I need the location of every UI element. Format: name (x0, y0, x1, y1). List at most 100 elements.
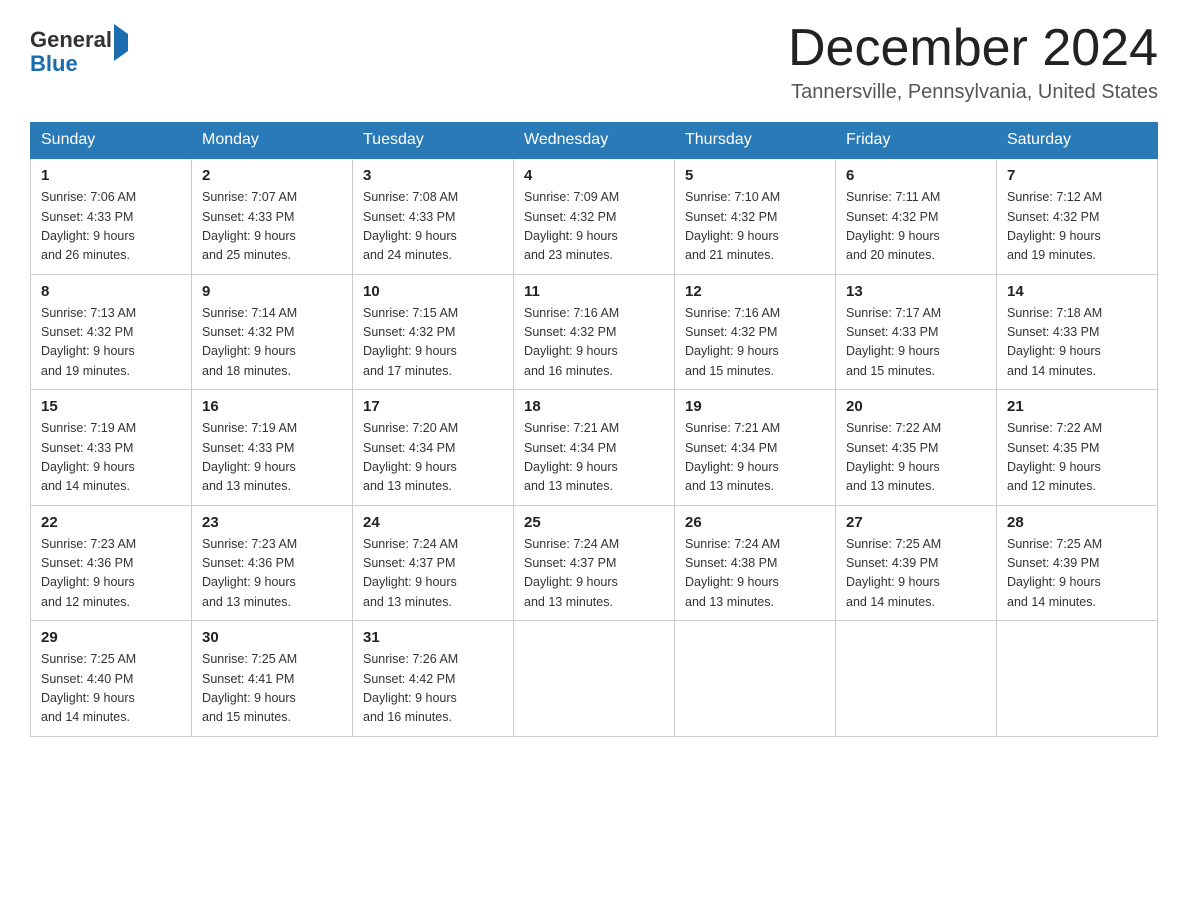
day-cell: 7 Sunrise: 7:12 AMSunset: 4:32 PMDayligh… (997, 158, 1158, 274)
day-cell (836, 621, 997, 737)
day-cell: 8 Sunrise: 7:13 AMSunset: 4:32 PMDayligh… (31, 274, 192, 390)
day-cell: 27 Sunrise: 7:25 AMSunset: 4:39 PMDaylig… (836, 505, 997, 621)
day-info: Sunrise: 7:25 AMSunset: 4:39 PMDaylight:… (846, 537, 941, 609)
day-cell: 17 Sunrise: 7:20 AMSunset: 4:34 PMDaylig… (353, 390, 514, 506)
day-number: 12 (685, 283, 825, 300)
day-info: Sunrise: 7:25 AMSunset: 4:41 PMDaylight:… (202, 652, 297, 724)
day-number: 23 (202, 514, 342, 531)
day-info: Sunrise: 7:09 AMSunset: 4:32 PMDaylight:… (524, 190, 619, 262)
day-info: Sunrise: 7:25 AMSunset: 4:39 PMDaylight:… (1007, 537, 1102, 609)
day-cell: 30 Sunrise: 7:25 AMSunset: 4:41 PMDaylig… (192, 621, 353, 737)
logo: General Blue (30, 28, 128, 76)
location-title: Tannersville, Pennsylvania, United State… (788, 81, 1158, 104)
day-cell (997, 621, 1158, 737)
day-number: 17 (363, 398, 503, 415)
week-row-1: 1 Sunrise: 7:06 AMSunset: 4:33 PMDayligh… (31, 158, 1158, 274)
day-cell: 6 Sunrise: 7:11 AMSunset: 4:32 PMDayligh… (836, 158, 997, 274)
day-info: Sunrise: 7:26 AMSunset: 4:42 PMDaylight:… (363, 652, 458, 724)
day-cell: 19 Sunrise: 7:21 AMSunset: 4:34 PMDaylig… (675, 390, 836, 506)
week-row-2: 8 Sunrise: 7:13 AMSunset: 4:32 PMDayligh… (31, 274, 1158, 390)
day-number: 31 (363, 629, 503, 646)
header-cell-friday: Friday (836, 123, 997, 159)
day-cell: 13 Sunrise: 7:17 AMSunset: 4:33 PMDaylig… (836, 274, 997, 390)
day-info: Sunrise: 7:24 AMSunset: 4:37 PMDaylight:… (524, 537, 619, 609)
day-info: Sunrise: 7:15 AMSunset: 4:32 PMDaylight:… (363, 306, 458, 378)
header-cell-sunday: Sunday (31, 123, 192, 159)
title-area: December 2024 Tannersville, Pennsylvania… (788, 20, 1158, 104)
day-number: 28 (1007, 514, 1147, 531)
day-cell: 14 Sunrise: 7:18 AMSunset: 4:33 PMDaylig… (997, 274, 1158, 390)
day-cell: 5 Sunrise: 7:10 AMSunset: 4:32 PMDayligh… (675, 158, 836, 274)
day-info: Sunrise: 7:17 AMSunset: 4:33 PMDaylight:… (846, 306, 941, 378)
day-cell: 9 Sunrise: 7:14 AMSunset: 4:32 PMDayligh… (192, 274, 353, 390)
day-number: 1 (41, 167, 181, 184)
day-cell: 16 Sunrise: 7:19 AMSunset: 4:33 PMDaylig… (192, 390, 353, 506)
day-info: Sunrise: 7:22 AMSunset: 4:35 PMDaylight:… (846, 421, 941, 493)
day-info: Sunrise: 7:07 AMSunset: 4:33 PMDaylight:… (202, 190, 297, 262)
day-info: Sunrise: 7:23 AMSunset: 4:36 PMDaylight:… (202, 537, 297, 609)
day-number: 29 (41, 629, 181, 646)
day-number: 15 (41, 398, 181, 415)
header-row: SundayMondayTuesdayWednesdayThursdayFrid… (31, 123, 1158, 159)
day-info: Sunrise: 7:23 AMSunset: 4:36 PMDaylight:… (41, 537, 136, 609)
day-number: 20 (846, 398, 986, 415)
day-number: 25 (524, 514, 664, 531)
day-number: 2 (202, 167, 342, 184)
day-cell (514, 621, 675, 737)
day-number: 7 (1007, 167, 1147, 184)
day-info: Sunrise: 7:21 AMSunset: 4:34 PMDaylight:… (685, 421, 780, 493)
day-number: 6 (846, 167, 986, 184)
day-info: Sunrise: 7:10 AMSunset: 4:32 PMDaylight:… (685, 190, 780, 262)
month-title: December 2024 (788, 20, 1158, 77)
logo-arrow-icon (114, 24, 128, 61)
day-info: Sunrise: 7:24 AMSunset: 4:38 PMDaylight:… (685, 537, 780, 609)
page-header: General Blue December 2024 Tannersville,… (30, 20, 1158, 104)
header-cell-monday: Monday (192, 123, 353, 159)
day-cell: 18 Sunrise: 7:21 AMSunset: 4:34 PMDaylig… (514, 390, 675, 506)
day-info: Sunrise: 7:22 AMSunset: 4:35 PMDaylight:… (1007, 421, 1102, 493)
day-info: Sunrise: 7:08 AMSunset: 4:33 PMDaylight:… (363, 190, 458, 262)
day-number: 19 (685, 398, 825, 415)
day-number: 8 (41, 283, 181, 300)
header-cell-saturday: Saturday (997, 123, 1158, 159)
day-number: 11 (524, 283, 664, 300)
day-info: Sunrise: 7:14 AMSunset: 4:32 PMDaylight:… (202, 306, 297, 378)
calendar-table: SundayMondayTuesdayWednesdayThursdayFrid… (30, 122, 1158, 737)
day-cell: 11 Sunrise: 7:16 AMSunset: 4:32 PMDaylig… (514, 274, 675, 390)
day-number: 5 (685, 167, 825, 184)
day-info: Sunrise: 7:19 AMSunset: 4:33 PMDaylight:… (202, 421, 297, 493)
day-info: Sunrise: 7:16 AMSunset: 4:32 PMDaylight:… (524, 306, 619, 378)
day-info: Sunrise: 7:19 AMSunset: 4:33 PMDaylight:… (41, 421, 136, 493)
day-info: Sunrise: 7:13 AMSunset: 4:32 PMDaylight:… (41, 306, 136, 378)
header-cell-tuesday: Tuesday (353, 123, 514, 159)
day-info: Sunrise: 7:24 AMSunset: 4:37 PMDaylight:… (363, 537, 458, 609)
day-number: 16 (202, 398, 342, 415)
week-row-5: 29 Sunrise: 7:25 AMSunset: 4:40 PMDaylig… (31, 621, 1158, 737)
day-info: Sunrise: 7:20 AMSunset: 4:34 PMDaylight:… (363, 421, 458, 493)
day-info: Sunrise: 7:16 AMSunset: 4:32 PMDaylight:… (685, 306, 780, 378)
day-number: 10 (363, 283, 503, 300)
day-cell: 21 Sunrise: 7:22 AMSunset: 4:35 PMDaylig… (997, 390, 1158, 506)
week-row-3: 15 Sunrise: 7:19 AMSunset: 4:33 PMDaylig… (31, 390, 1158, 506)
day-number: 3 (363, 167, 503, 184)
day-cell: 1 Sunrise: 7:06 AMSunset: 4:33 PMDayligh… (31, 158, 192, 274)
header-cell-wednesday: Wednesday (514, 123, 675, 159)
calendar-header: SundayMondayTuesdayWednesdayThursdayFrid… (31, 123, 1158, 159)
day-number: 22 (41, 514, 181, 531)
day-cell: 15 Sunrise: 7:19 AMSunset: 4:33 PMDaylig… (31, 390, 192, 506)
day-cell: 22 Sunrise: 7:23 AMSunset: 4:36 PMDaylig… (31, 505, 192, 621)
day-info: Sunrise: 7:21 AMSunset: 4:34 PMDaylight:… (524, 421, 619, 493)
header-cell-thursday: Thursday (675, 123, 836, 159)
day-cell (675, 621, 836, 737)
day-cell: 10 Sunrise: 7:15 AMSunset: 4:32 PMDaylig… (353, 274, 514, 390)
day-number: 4 (524, 167, 664, 184)
logo-blue-text: Blue (30, 51, 78, 76)
day-number: 9 (202, 283, 342, 300)
day-number: 24 (363, 514, 503, 531)
day-cell: 4 Sunrise: 7:09 AMSunset: 4:32 PMDayligh… (514, 158, 675, 274)
day-info: Sunrise: 7:18 AMSunset: 4:33 PMDaylight:… (1007, 306, 1102, 378)
day-cell: 31 Sunrise: 7:26 AMSunset: 4:42 PMDaylig… (353, 621, 514, 737)
day-cell: 3 Sunrise: 7:08 AMSunset: 4:33 PMDayligh… (353, 158, 514, 274)
day-cell: 25 Sunrise: 7:24 AMSunset: 4:37 PMDaylig… (514, 505, 675, 621)
day-number: 13 (846, 283, 986, 300)
